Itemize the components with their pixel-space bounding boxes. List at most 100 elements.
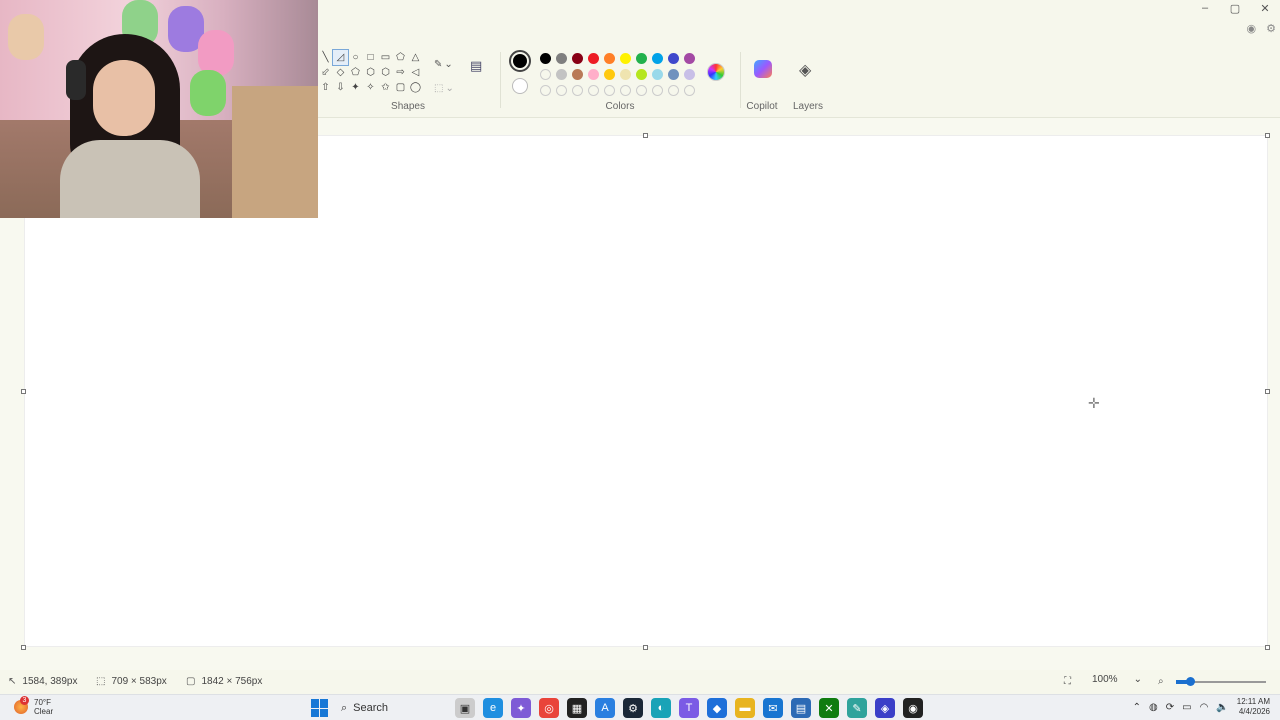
azure-icon[interactable]: A bbox=[595, 698, 615, 718]
file-explorer-icon[interactable]: ▬ bbox=[735, 698, 755, 718]
secondary-color-button[interactable] bbox=[512, 78, 528, 94]
shape-option[interactable]: ○ bbox=[348, 50, 363, 65]
color-swatch[interactable] bbox=[556, 85, 567, 96]
wifi-icon[interactable]: ◠ bbox=[1200, 702, 1209, 713]
weather-widget[interactable]: 3 70°F Clear bbox=[14, 696, 53, 716]
start-button[interactable] bbox=[311, 699, 329, 717]
shape-option[interactable]: ⇩ bbox=[333, 80, 348, 95]
color-swatch[interactable] bbox=[588, 85, 599, 96]
resize-handle-bottom-left[interactable] bbox=[21, 645, 26, 650]
shape-option[interactable]: ⇨ bbox=[393, 65, 408, 80]
color-swatch[interactable] bbox=[588, 53, 599, 64]
resize-handle-left[interactable] bbox=[21, 389, 26, 394]
shape-fill-style-icon[interactable]: ▤ bbox=[470, 58, 482, 74]
color-swatch[interactable] bbox=[684, 53, 695, 64]
color-swatch[interactable] bbox=[668, 69, 679, 80]
shape-option[interactable]: □ bbox=[363, 50, 378, 65]
outline-dropdown[interactable]: ✎ ⌄ bbox=[434, 52, 454, 76]
fit-to-window-icon[interactable]: ⛶ bbox=[1064, 676, 1071, 687]
xbox-icon[interactable]: ✕ bbox=[819, 698, 839, 718]
shape-option[interactable]: ◁ bbox=[408, 65, 423, 80]
color-swatch[interactable] bbox=[572, 69, 583, 80]
color-swatch[interactable] bbox=[652, 85, 663, 96]
close-button[interactable]: ✕ bbox=[1250, 0, 1280, 16]
paint-app-icon[interactable]: ✎ bbox=[847, 698, 867, 718]
color-swatch[interactable] bbox=[540, 85, 551, 96]
shield-icon[interactable]: ◆ bbox=[707, 698, 727, 718]
edit-colors-wheel-icon[interactable] bbox=[707, 63, 725, 81]
obs-icon[interactable]: ◉ bbox=[903, 698, 923, 718]
minimize-button[interactable]: – bbox=[1190, 0, 1220, 16]
color-swatch[interactable] bbox=[684, 69, 695, 80]
app-icon[interactable]: ◐ bbox=[651, 698, 671, 718]
color-swatch[interactable] bbox=[540, 69, 551, 80]
resize-handle-bottom[interactable] bbox=[643, 645, 648, 650]
shape-option[interactable]: ✩ bbox=[378, 80, 393, 95]
shape-option[interactable]: ⬡ bbox=[378, 65, 393, 80]
shape-option[interactable]: ✧ bbox=[363, 80, 378, 95]
zoom-out-icon[interactable]: ⌕ bbox=[1158, 676, 1164, 687]
network-app-icon[interactable]: ◍ bbox=[1149, 702, 1158, 713]
color-swatch[interactable] bbox=[620, 69, 631, 80]
shape-option[interactable]: ◿ bbox=[332, 49, 349, 66]
color-swatch[interactable] bbox=[636, 69, 647, 80]
shape-option[interactable]: ⬠ bbox=[393, 50, 408, 65]
taskbar-search[interactable]: ⌕ Search bbox=[337, 698, 447, 718]
color-swatch[interactable] bbox=[604, 69, 615, 80]
shape-option[interactable]: ◯ bbox=[408, 80, 423, 95]
color-swatch[interactable] bbox=[572, 85, 583, 96]
color-swatch[interactable] bbox=[668, 53, 679, 64]
color-swatch[interactable] bbox=[652, 53, 663, 64]
mail-icon[interactable]: ✉ bbox=[763, 698, 783, 718]
settings-gear-icon[interactable]: ⚙ bbox=[1266, 22, 1276, 35]
fill-dropdown[interactable]: ⬚ ⌄ bbox=[434, 76, 454, 100]
copilot-icon[interactable] bbox=[754, 60, 772, 78]
resize-handle-top[interactable] bbox=[643, 133, 648, 138]
color-swatch[interactable] bbox=[620, 53, 631, 64]
display-icon[interactable]: ▭ bbox=[1182, 702, 1191, 713]
app-icon[interactable]: ◈ bbox=[875, 698, 895, 718]
shape-option[interactable]: ◇ bbox=[333, 65, 348, 80]
color-swatch[interactable] bbox=[636, 85, 647, 96]
copilot-app-icon[interactable]: ✦ bbox=[511, 698, 531, 718]
chrome-browser-icon[interactable]: ◎ bbox=[539, 698, 559, 718]
layers-icon[interactable]: ◈ bbox=[799, 60, 811, 80]
store-icon[interactable]: ▤ bbox=[791, 698, 811, 718]
edge-browser-icon[interactable]: e bbox=[483, 698, 503, 718]
color-swatch[interactable] bbox=[620, 85, 631, 96]
teams-icon[interactable]: T bbox=[679, 698, 699, 718]
zoom-slider-thumb[interactable] bbox=[1185, 677, 1195, 686]
color-swatch[interactable] bbox=[572, 53, 583, 64]
resize-handle-right[interactable] bbox=[1265, 389, 1270, 394]
zoom-dropdown[interactable]: 100% ⌄ bbox=[1092, 674, 1142, 685]
color-swatch[interactable] bbox=[652, 69, 663, 80]
tray-app-icon[interactable]: ⟳ bbox=[1166, 702, 1174, 713]
color-swatch[interactable] bbox=[604, 53, 615, 64]
task-view-icon[interactable]: ▣ bbox=[455, 698, 475, 718]
color-swatch[interactable] bbox=[684, 85, 695, 96]
primary-color-button[interactable] bbox=[509, 50, 531, 72]
shape-option[interactable]: △ bbox=[408, 50, 423, 65]
color-swatch[interactable] bbox=[556, 69, 567, 80]
resize-handle-bottom-right[interactable] bbox=[1265, 645, 1270, 650]
color-swatch[interactable] bbox=[588, 69, 599, 80]
steam-icon[interactable]: ⚙ bbox=[623, 698, 643, 718]
shape-option[interactable]: ▢ bbox=[393, 80, 408, 95]
color-swatch[interactable] bbox=[668, 85, 679, 96]
color-swatch[interactable] bbox=[604, 85, 615, 96]
color-swatch[interactable] bbox=[556, 53, 567, 64]
epic-games-icon[interactable]: ▦ bbox=[567, 698, 587, 718]
maximize-button[interactable]: ▢ bbox=[1220, 0, 1250, 16]
clock[interactable]: 12:11 AM 4/4/2026 bbox=[1237, 697, 1270, 717]
volume-icon[interactable]: 🔈 bbox=[1216, 702, 1228, 713]
chevron-up-icon[interactable]: ⌃ bbox=[1133, 702, 1141, 713]
shape-option[interactable]: ⬡ bbox=[363, 65, 378, 80]
shape-option[interactable]: ⬠ bbox=[348, 65, 363, 80]
shape-option[interactable]: ✦ bbox=[348, 80, 363, 95]
shape-option[interactable]: ▭ bbox=[378, 50, 393, 65]
color-swatch[interactable] bbox=[540, 53, 551, 64]
shape-option[interactable]: ⇧ bbox=[318, 80, 333, 95]
shape-option[interactable]: ╲ bbox=[318, 50, 333, 65]
resize-handle-top-right[interactable] bbox=[1265, 133, 1270, 138]
color-swatch[interactable] bbox=[636, 53, 647, 64]
